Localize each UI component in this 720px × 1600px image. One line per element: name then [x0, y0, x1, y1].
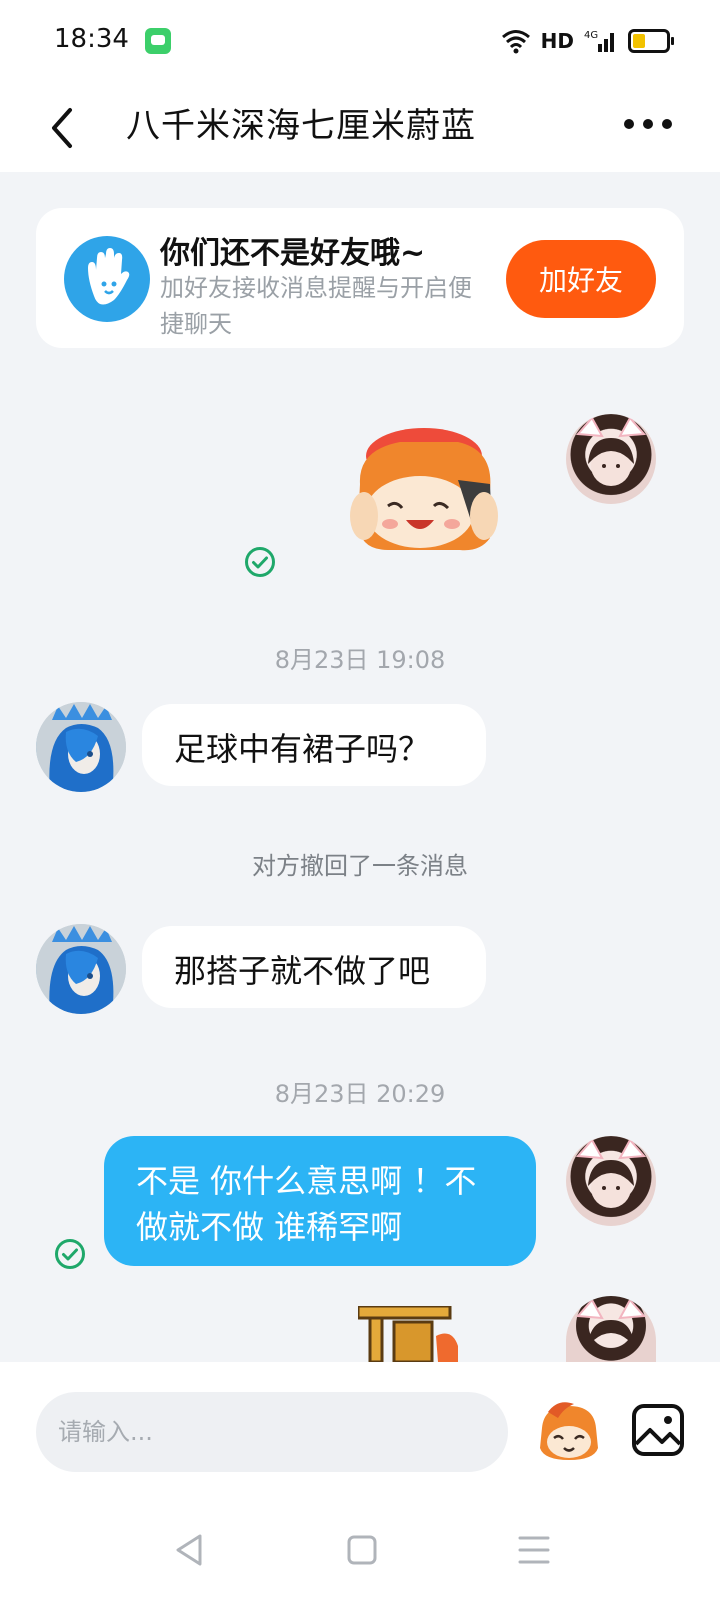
more-dot — [624, 119, 634, 129]
timestamp: 8月23日 19:08 — [274, 646, 446, 674]
check-circle-icon — [55, 1239, 85, 1269]
nav-menu-icon[interactable] — [514, 1532, 554, 1568]
recall-notice: 对方撤回了一条消息 — [252, 852, 468, 880]
hd-label: HD — [540, 29, 574, 53]
message-input[interactable] — [36, 1392, 508, 1472]
status-bar: 18:34 HD 4G — [0, 0, 720, 80]
status-time: 18:34 — [54, 24, 129, 54]
card-description: 加好友接收消息提醒与开启便捷聊天 — [160, 274, 472, 338]
message-bubble-incoming[interactable]: 足球中有裙子吗？ — [142, 704, 486, 786]
waving-hand-icon — [64, 236, 150, 322]
image-button[interactable] — [626, 1398, 690, 1462]
message-bubble-outgoing[interactable]: 不是 你什么意思啊 ！不做就不做 谁稀罕啊 — [104, 1136, 536, 1266]
add-friend-button[interactable]: 加好友 — [506, 240, 656, 318]
nav-home-icon[interactable] — [342, 1530, 382, 1570]
battery-icon — [628, 29, 674, 53]
more-dot — [662, 119, 672, 129]
check-circle-icon — [245, 547, 275, 577]
add-friend-card: 你们还不是好友哦~ 加好友接收消息提醒与开启便捷聊天 加好友 — [36, 208, 684, 348]
sticker-image[interactable] — [340, 420, 508, 560]
my-avatar[interactable] — [566, 1136, 656, 1226]
timestamp: 8月23日 20:29 — [274, 1080, 446, 1108]
system-nav-bar — [0, 1512, 720, 1600]
sticker-face-icon — [540, 1402, 598, 1460]
chat-title: 八千米深海七厘米蔚蓝 — [126, 106, 476, 146]
sticker-image[interactable] — [358, 1306, 462, 1362]
signal-icon: 4G — [584, 30, 614, 52]
image-icon — [632, 1404, 684, 1456]
more-dot — [643, 119, 653, 129]
cellular-label: 4G — [584, 30, 598, 41]
more-button[interactable] — [624, 100, 672, 148]
back-button[interactable] — [40, 94, 88, 154]
chat-header: 八千米深海七厘米蔚蓝 — [0, 80, 720, 172]
message-bubble-incoming[interactable]: 那搭子就不做了吧 — [142, 926, 486, 1008]
input-bar — [0, 1362, 720, 1512]
card-title: 你们还不是好友哦~ — [160, 236, 426, 271]
status-icons: HD 4G — [501, 26, 674, 56]
my-avatar[interactable] — [566, 414, 656, 504]
battery-level — [633, 34, 645, 48]
chevron-left-icon — [52, 108, 72, 148]
contact-avatar[interactable] — [36, 702, 126, 792]
sticker-button[interactable] — [534, 1398, 604, 1468]
contact-avatar[interactable] — [36, 924, 126, 1014]
nav-back-icon[interactable] — [170, 1530, 210, 1570]
wifi-icon — [501, 30, 530, 54]
message-notification-icon — [145, 28, 171, 54]
my-avatar[interactable] — [566, 1296, 656, 1362]
